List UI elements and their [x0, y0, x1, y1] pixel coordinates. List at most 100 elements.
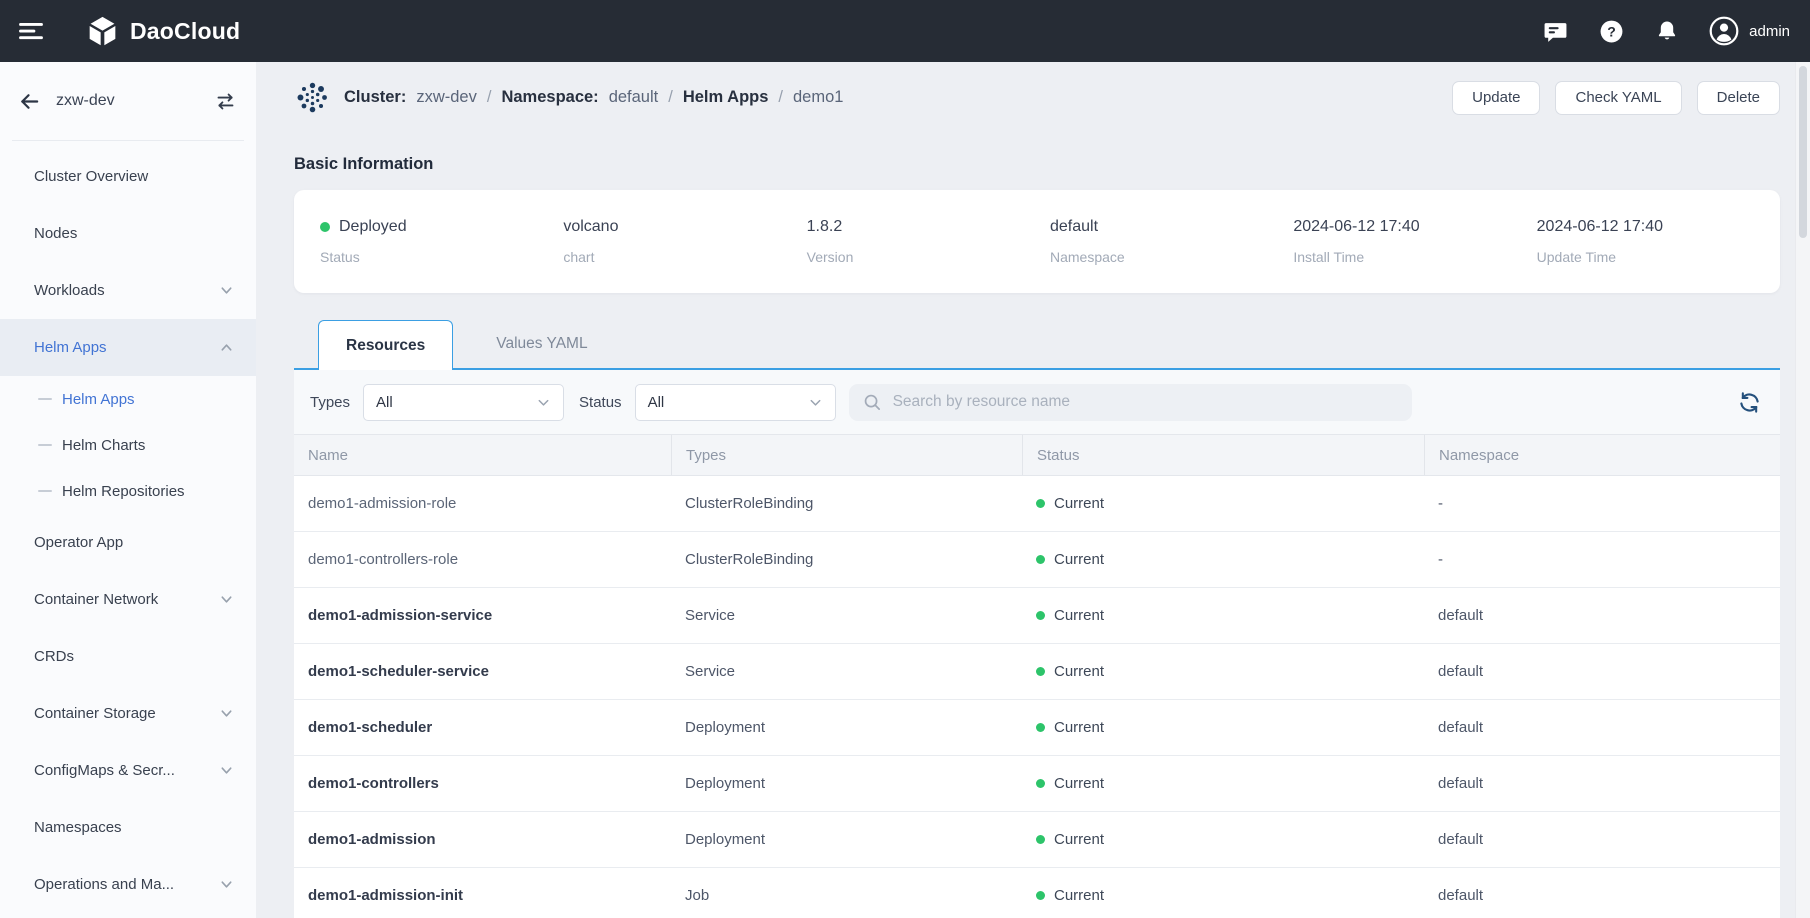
user-menu[interactable]: admin — [1709, 16, 1790, 46]
chevron-up-icon — [219, 340, 234, 355]
sidebar-item-cluster-overview[interactable]: Cluster Overview — [0, 148, 256, 205]
resource-namespace: - — [1424, 551, 1780, 568]
types-filter-select[interactable]: All — [363, 384, 564, 421]
tab-panel: Types All Status All — [294, 370, 1780, 918]
resource-status-text: Current — [1054, 831, 1104, 848]
info-field-namespace: defaultNamespace — [1050, 218, 1293, 265]
table-header: Name Types Status Namespace — [294, 434, 1780, 476]
info-field-version: 1.8.2Version — [807, 218, 1050, 265]
messages-icon[interactable] — [1543, 19, 1568, 44]
sidebar-item-container-storage[interactable]: Container Storage — [0, 685, 256, 742]
breadcrumb-helm-apps[interactable]: Helm Apps — [683, 88, 769, 107]
table-row: demo1-admissionDeployment Current default — [294, 812, 1780, 868]
username: admin — [1749, 23, 1790, 40]
chevron-down-icon — [536, 395, 551, 410]
status-filter-select[interactable]: All — [635, 384, 836, 421]
sidebar-item-namespaces[interactable]: Namespaces — [0, 799, 256, 856]
sidebar-item-configmaps-secr[interactable]: ConfigMaps & Secr... — [0, 742, 256, 799]
resource-name[interactable]: demo1-admission — [294, 831, 671, 848]
resource-name[interactable]: demo1-scheduler — [294, 719, 671, 736]
search-input[interactable] — [891, 392, 1398, 412]
resource-name[interactable]: demo1-controllers — [294, 775, 671, 792]
sidebar-item-helm-apps[interactable]: Helm Apps — [0, 319, 256, 376]
refresh-icon[interactable] — [1737, 390, 1762, 415]
breadcrumb-default[interactable]: default — [609, 88, 659, 107]
breadcrumb-separator: / — [668, 88, 673, 107]
sidebar-item-workloads[interactable]: Workloads — [0, 262, 256, 319]
sidebar-item-operator-app[interactable]: Operator App — [0, 514, 256, 571]
sidebar-item-container-network[interactable]: Container Network — [0, 571, 256, 628]
resource-namespace: default — [1424, 831, 1780, 848]
resource-status: Current — [1022, 607, 1424, 624]
chevron-down-icon — [808, 395, 823, 410]
status-dot — [1036, 835, 1045, 844]
sidebar-item-label: Nodes — [34, 225, 234, 242]
resource-name: demo1-controllers-role — [294, 551, 671, 568]
info-value: volcano — [563, 218, 806, 236]
help-icon[interactable]: ? — [1599, 19, 1624, 44]
resource-name[interactable]: demo1-scheduler-service — [294, 663, 671, 680]
sidebar-nav: Cluster OverviewNodesWorkloadsHelm AppsH… — [0, 141, 256, 913]
resource-name[interactable]: demo1-admission-service — [294, 607, 671, 624]
dash-icon — [38, 444, 52, 446]
sidebar-subitem-helm-apps[interactable]: Helm Apps — [0, 376, 256, 422]
sidebar-subitem-label: Helm Charts — [62, 437, 145, 454]
app-shell: zxw-dev Cluster OverviewNodesWorkloadsHe… — [0, 62, 1810, 918]
table-row: demo1-scheduler-serviceServiceCurrentdef… — [294, 644, 1780, 700]
chevron-down-icon — [219, 592, 234, 607]
resource-type: ClusterRoleBinding — [671, 551, 1022, 568]
search-icon — [863, 393, 882, 412]
resource-status-text: Current — [1054, 551, 1104, 568]
resource-name[interactable]: demo1-admission-init — [294, 887, 671, 904]
info-value: 2024-06-12 17:40 — [1293, 218, 1536, 236]
status-dot — [1036, 499, 1045, 508]
column-header-status: Status — [1022, 435, 1424, 475]
back-arrow-icon[interactable] — [18, 90, 41, 113]
resource-namespace: default — [1424, 607, 1780, 624]
table-row: demo1-controllersDeploymentCurrentdefaul… — [294, 756, 1780, 812]
status-dot — [1036, 779, 1045, 788]
status-filter-label: Status — [579, 394, 622, 411]
breadcrumb-zxw-dev[interactable]: zxw-dev — [416, 88, 477, 107]
brand-logo[interactable]: DaoCloud — [86, 15, 240, 48]
tab-values-yaml[interactable]: Values YAML — [469, 320, 614, 368]
scrollbar-thumb[interactable] — [1799, 66, 1807, 238]
resource-status-text: Current — [1054, 607, 1104, 624]
notifications-bell-icon[interactable] — [1655, 19, 1679, 43]
tab-resources[interactable]: Resources — [318, 320, 453, 370]
types-filter-label: Types — [310, 394, 350, 411]
chevron-down-icon — [219, 283, 234, 298]
menu-toggle-icon[interactable] — [18, 18, 44, 44]
table-row: demo1-admission-roleClusterRoleBindingCu… — [294, 476, 1780, 532]
sidebar-item-label: ConfigMaps & Secr... — [34, 762, 219, 779]
delete-button[interactable]: Delete — [1697, 81, 1780, 115]
sidebar-subitem-helm-charts[interactable]: Helm Charts — [0, 422, 256, 468]
update-button[interactable]: Update — [1452, 81, 1540, 115]
resource-status-text: Current — [1054, 663, 1104, 680]
table-row: demo1-admission-initJobCurrentdefault — [294, 868, 1780, 918]
info-label: Status — [320, 249, 563, 265]
check-yaml-button[interactable]: Check YAML — [1555, 81, 1681, 115]
sidebar-item-label: Operator App — [34, 534, 234, 551]
sidebar-header: zxw-dev — [0, 62, 256, 140]
sidebar-subitem-label: Helm Apps — [62, 391, 135, 408]
sidebar-item-crds[interactable]: CRDs — [0, 628, 256, 685]
status-dot — [1036, 611, 1045, 620]
status-dot — [1036, 667, 1045, 676]
breadcrumb-separator: / — [778, 88, 783, 107]
info-label: chart — [563, 249, 806, 265]
breadcrumb-bar: Cluster:zxw-dev/Namespace:default/Helm A… — [256, 62, 1810, 133]
column-header-name: Name — [294, 435, 671, 475]
resource-type: Deployment — [671, 775, 1022, 792]
info-field-update-time: 2024-06-12 17:40Update Time — [1537, 218, 1780, 265]
sidebar-subitem-helm-repositories[interactable]: Helm Repositories — [0, 468, 256, 514]
info-field-install-time: 2024-06-12 17:40Install Time — [1293, 218, 1536, 265]
filter-row: Types All Status All — [294, 370, 1780, 434]
sidebar-item-nodes[interactable]: Nodes — [0, 205, 256, 262]
resource-type: Deployment — [671, 719, 1022, 736]
switch-cluster-icon[interactable] — [215, 91, 236, 112]
resource-type: Deployment — [671, 831, 1022, 848]
sidebar-item-operations-and-ma[interactable]: Operations and Ma... — [0, 856, 256, 913]
info-value: Deployed — [320, 218, 563, 236]
resource-status-text: Current — [1054, 719, 1104, 736]
